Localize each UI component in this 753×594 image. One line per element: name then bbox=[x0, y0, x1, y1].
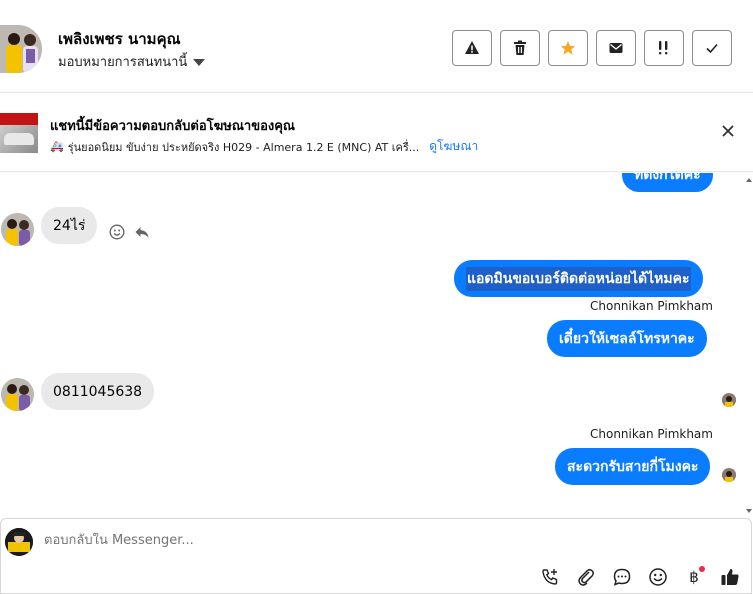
check-icon bbox=[706, 43, 718, 54]
warning-icon bbox=[465, 41, 479, 54]
message-bubble-incoming: 24ไร่ bbox=[41, 207, 98, 244]
conversation-header: เพลิงเพชร นามคุณ มอบหมายการสนทนานี้ bbox=[0, 0, 753, 93]
emoji-icon bbox=[649, 568, 667, 586]
message-bubble-outgoing: ที่ตั้งก็ได้ค่ะ bbox=[622, 173, 713, 192]
page-avatar bbox=[5, 528, 33, 556]
trash-icon bbox=[514, 40, 526, 55]
message-bubble-outgoing: สะดวกรับสายกี่โมงคะ bbox=[555, 448, 711, 485]
reply-icon[interactable] bbox=[134, 224, 150, 240]
spam-button[interactable] bbox=[452, 30, 492, 66]
ambulance-icon: 🚑 bbox=[50, 140, 64, 153]
conversation-actions bbox=[452, 30, 732, 66]
sender-name: Chonnikan Pimkham bbox=[590, 427, 713, 441]
contact-avatar[interactable] bbox=[0, 25, 42, 73]
baht-icon: ฿ bbox=[689, 568, 699, 586]
message-thread[interactable]: ที่ตั้งก็ได้ค่ะ 24ไร่ แอดมินขอเบอร์ติดต่… bbox=[0, 173, 753, 518]
ad-banner-title: แชทนี้มีข้อความตอบกลับต่อโฆษณาของคุณ bbox=[50, 119, 295, 134]
emoji-react-icon[interactable] bbox=[109, 224, 125, 240]
thread-scrollbar[interactable] bbox=[745, 173, 753, 518]
mark-done-button[interactable] bbox=[692, 30, 732, 66]
mark-unread-button[interactable] bbox=[596, 30, 636, 66]
saved-reply-button[interactable] bbox=[611, 566, 633, 588]
message-composer: ฿ bbox=[0, 518, 752, 594]
thumbs-up-icon bbox=[721, 569, 739, 585]
reply-input[interactable] bbox=[44, 533, 444, 548]
contact-name: เพลิงเพชร นามคุณ bbox=[58, 30, 181, 48]
close-icon bbox=[722, 125, 734, 137]
ad-thumbnail[interactable] bbox=[0, 113, 38, 153]
read-receipt-avatar bbox=[722, 393, 736, 407]
star-button[interactable] bbox=[548, 30, 588, 66]
star-icon bbox=[560, 41, 576, 55]
contact-avatar-small bbox=[1, 378, 34, 411]
assign-conversation-dropdown[interactable]: มอบหมายการสนทนานี้ bbox=[58, 51, 206, 72]
message-bubble-incoming: 0811045638 bbox=[41, 373, 155, 410]
attach-button[interactable] bbox=[575, 566, 597, 588]
read-receipt-avatar bbox=[722, 468, 736, 482]
notification-dot bbox=[699, 566, 705, 572]
scroll-down-icon[interactable] bbox=[746, 509, 752, 513]
ad-description: 🚑 รุ่นยอดนิยม ขับง่าย ประหยัดจริง H029 -… bbox=[50, 137, 478, 156]
close-banner-button[interactable] bbox=[720, 123, 736, 139]
follow-up-button[interactable] bbox=[644, 30, 684, 66]
like-button[interactable] bbox=[719, 566, 741, 588]
attachment-icon bbox=[578, 568, 594, 586]
call-add-icon bbox=[542, 569, 558, 585]
alert-bang-icon bbox=[659, 41, 668, 55]
scroll-up-icon[interactable] bbox=[746, 178, 752, 182]
delete-button[interactable] bbox=[500, 30, 540, 66]
contact-avatar-small bbox=[1, 213, 34, 246]
message-bubble-outgoing: เดี๋ยวให้เซลล์โทรหาคะ bbox=[547, 320, 707, 357]
assign-label: มอบหมายการสนทนานี้ bbox=[58, 55, 188, 70]
emoji-button[interactable] bbox=[647, 566, 669, 588]
call-add-button[interactable] bbox=[539, 566, 561, 588]
chevron-down-icon bbox=[193, 58, 206, 66]
ad-line-text: รุ่นยอดนิยม ขับง่าย ประหยัดจริง H029 - A… bbox=[67, 140, 420, 154]
payment-button[interactable]: ฿ bbox=[683, 566, 705, 588]
composer-toolbar: ฿ bbox=[539, 566, 741, 588]
sender-name: Chonnikan Pimkham bbox=[590, 299, 713, 313]
view-ad-link[interactable]: ดูโฆษณา bbox=[429, 137, 478, 156]
message-bubble-outgoing: แอดมินขอเบอร์ติดต่อหน่อยได้ไหมคะ bbox=[454, 260, 703, 297]
envelope-icon bbox=[609, 43, 623, 53]
saved-reply-icon bbox=[613, 568, 631, 586]
